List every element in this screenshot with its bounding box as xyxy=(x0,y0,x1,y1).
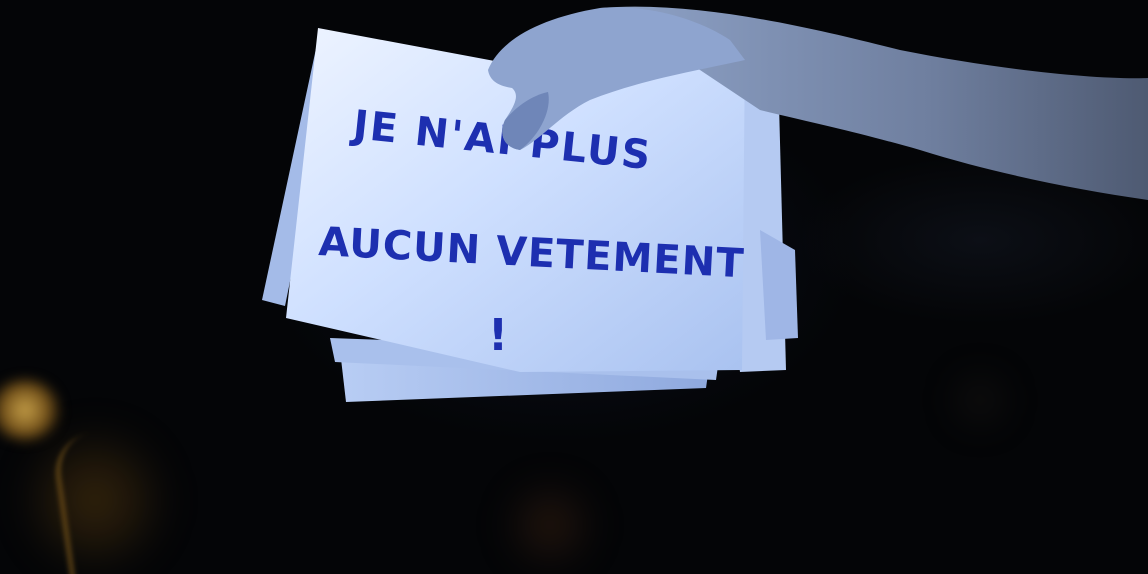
paper-sheet-edge xyxy=(760,230,798,340)
sign-line-3: ! xyxy=(488,310,508,361)
sign-and-hand: JE N'AI PLUS AUCUN VETEMENT ! xyxy=(262,6,1148,402)
photo-scene: JE N'AI PLUS AUCUN VETEMENT ! xyxy=(0,0,1148,574)
